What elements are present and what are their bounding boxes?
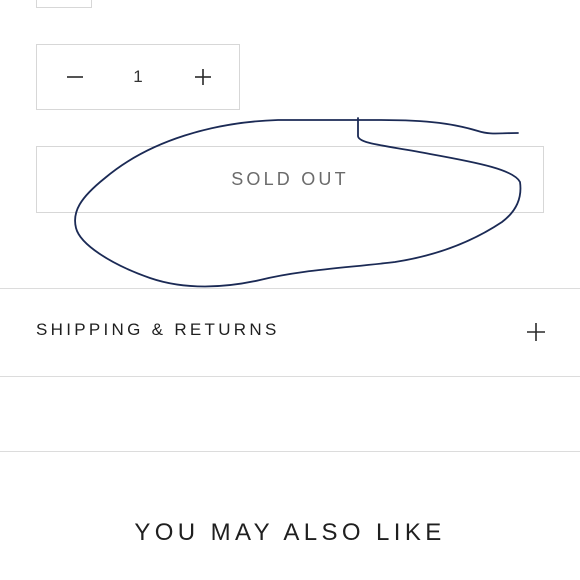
- accordion-title: SHIPPING & RETURNS: [36, 320, 280, 339]
- plus-icon: [195, 69, 211, 85]
- divider-bottom: [0, 451, 580, 452]
- quantity-input[interactable]: 1: [109, 45, 167, 109]
- increase-quantity-button[interactable]: [167, 45, 239, 109]
- recommendations-heading: YOU MAY ALSO LIKE: [134, 519, 446, 546]
- sold-out-button[interactable]: SOLD OUT: [36, 146, 544, 213]
- plus-icon: [527, 323, 545, 341]
- variant-option-box[interactable]: [36, 0, 92, 8]
- quantity-stepper: 1: [36, 44, 240, 110]
- decrease-quantity-button[interactable]: [39, 45, 111, 109]
- divider-middle: [0, 376, 580, 377]
- shipping-returns-accordion[interactable]: SHIPPING & RETURNS: [0, 289, 580, 376]
- minus-icon: [67, 76, 83, 78]
